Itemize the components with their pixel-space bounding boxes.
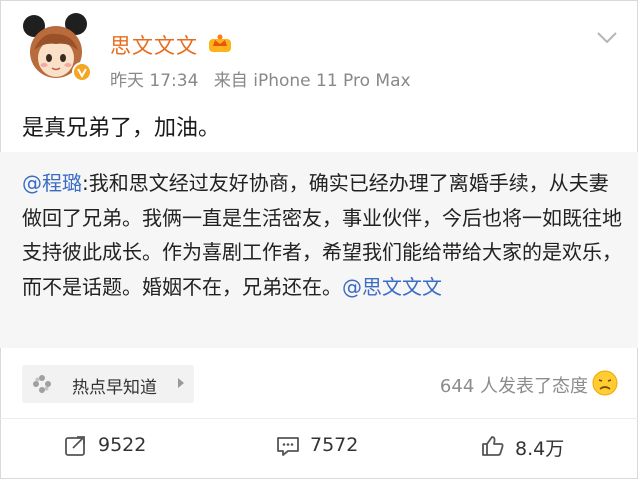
crown-badge-icon[interactable] <box>208 33 232 53</box>
author-avatar[interactable] <box>22 12 100 90</box>
topic-chip[interactable]: 热点早知道 <box>22 365 194 403</box>
sad-face-emoji-icon[interactable] <box>592 370 618 396</box>
mention-link[interactable]: @程璐 <box>22 171 82 195</box>
comment-icon <box>277 437 299 456</box>
verified-v-icon <box>72 62 92 82</box>
repost-icon <box>65 436 85 456</box>
repost-count: 9522 <box>98 434 147 456</box>
comment-count: 7572 <box>310 434 359 456</box>
mention-link[interactable]: @思文文文 <box>342 275 442 299</box>
like-count: 8.4万 <box>515 438 565 460</box>
quoted-post-text: @程璐:我和思文经过友好协商，确实已经办理了离婚手续，从夫妻做回了兄弟。我俩一直… <box>22 166 622 304</box>
post-meta: 昨天 17:34 来自 iPhone 11 Pro Max <box>110 66 411 91</box>
topic-label: 热点早知道 <box>72 378 157 398</box>
post-time: 昨天 17:34 <box>110 71 199 91</box>
quoted-post-body: :我和思文经过友好协商，确实已经办理了离婚手续，从夫妻做回了兄弟。我俩一直是生活… <box>22 171 622 299</box>
caret-right-icon <box>178 378 184 388</box>
hot-topic-icon <box>33 375 51 393</box>
divider <box>0 418 638 419</box>
cartoon-girl-mouse-ears-icon <box>23 13 92 82</box>
post-source: 来自 iPhone 11 Pro Max <box>213 71 411 91</box>
attitude-count[interactable]: 644 人发表了态度 <box>440 372 588 398</box>
post-text: 是真兄弟了，加油。 <box>22 116 221 141</box>
author-name[interactable]: 思文文文 <box>110 30 198 60</box>
chevron-down-icon[interactable] <box>596 30 618 44</box>
thumbs-up-icon <box>482 436 504 456</box>
